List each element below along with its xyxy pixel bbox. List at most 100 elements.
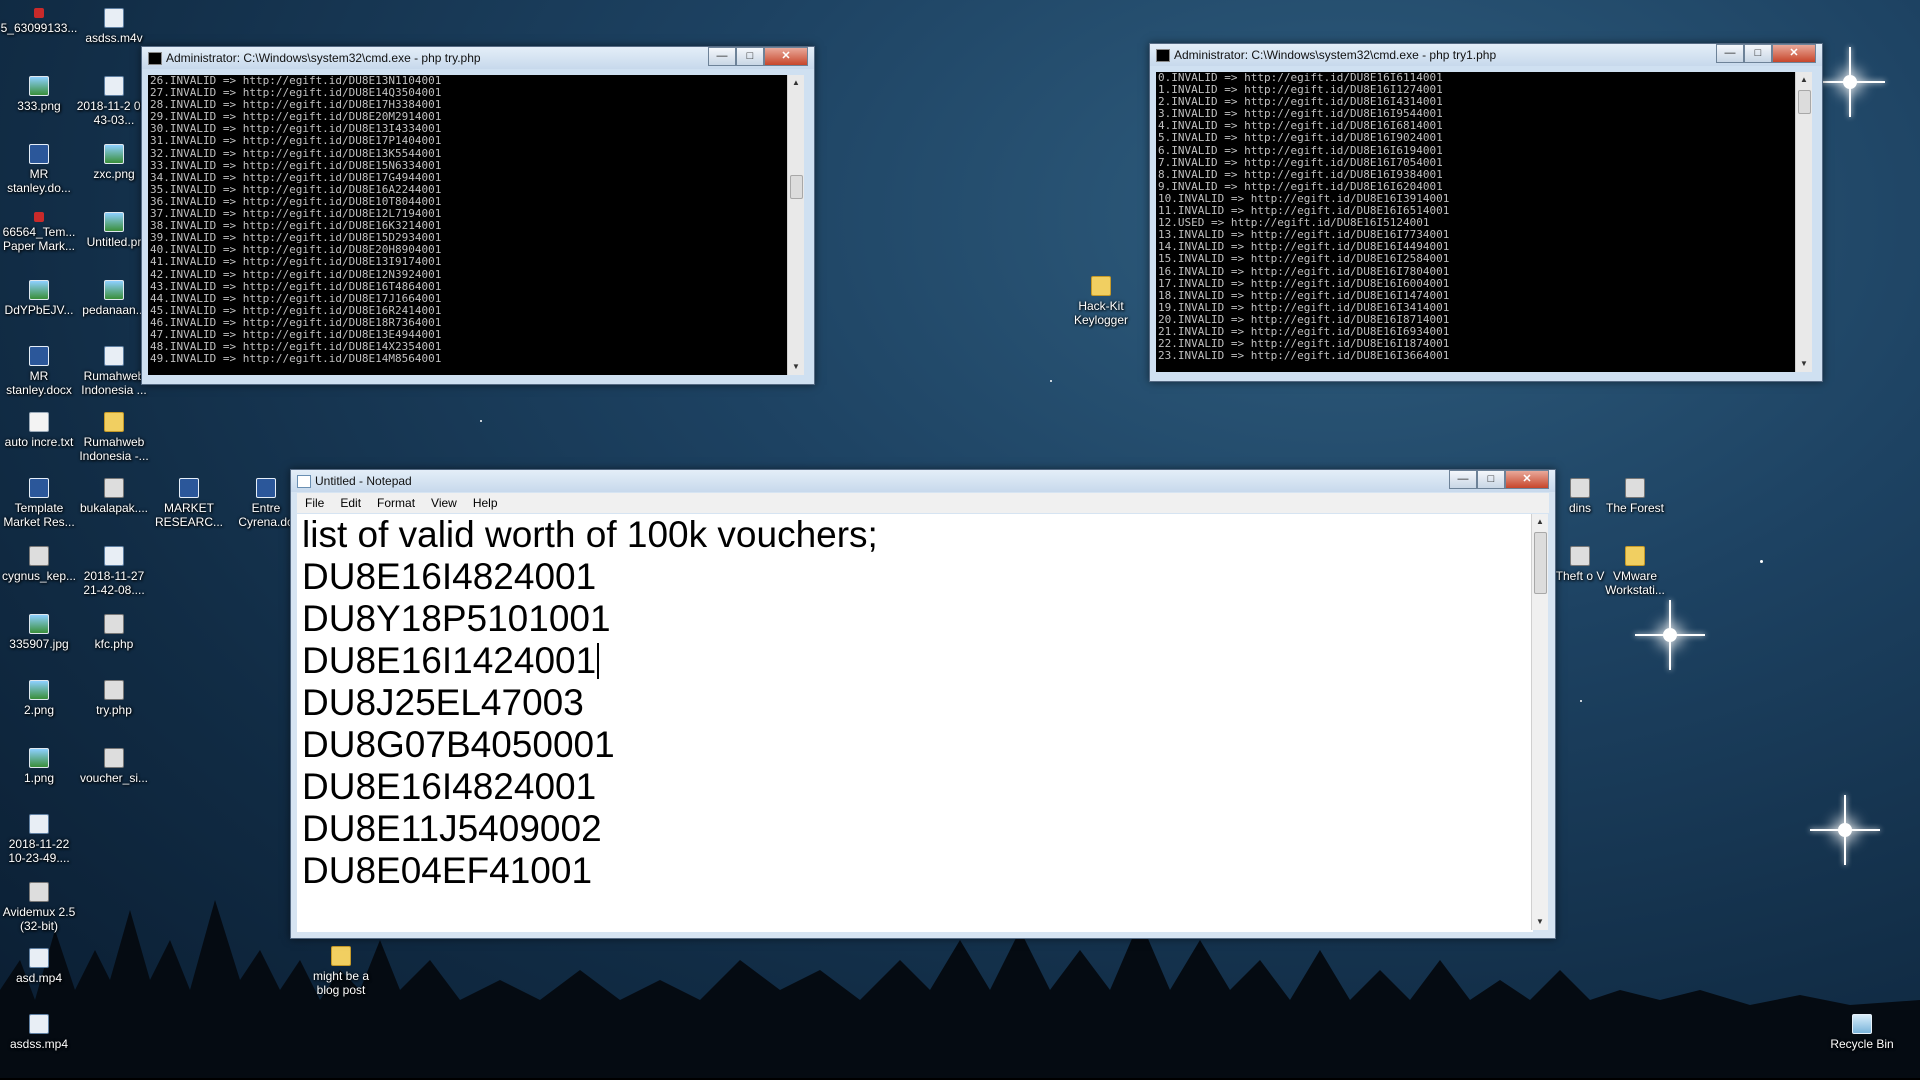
window-controls: — □ ✕	[708, 47, 808, 66]
php-file-icon	[104, 614, 124, 634]
desktop-icon[interactable]: 1.png	[0, 748, 78, 785]
text-editor-area[interactable]: list of valid worth of 100k vouchers; DU8…	[297, 514, 1533, 932]
php-file-icon	[104, 748, 124, 768]
desktop-icon[interactable]: asdss.mp4	[0, 1014, 78, 1051]
console-output[interactable]: 0.INVALID => http://egift.id/DU8E16I6114…	[1156, 72, 1795, 372]
title-bar[interactable]: Administrator: C:\Windows\system32\cmd.e…	[142, 47, 814, 69]
desktop-icon[interactable]: The Forest	[1596, 478, 1674, 515]
vertical-scrollbar[interactable]: ▲ ▼	[787, 75, 804, 375]
desktop-icon[interactable]: Template Market Res...	[0, 478, 78, 529]
desktop-icon[interactable]: cygnus_kep...	[0, 546, 78, 583]
cmd-window-left[interactable]: Administrator: C:\Windows\system32\cmd.e…	[141, 46, 815, 385]
window-controls: — □ ✕	[1449, 470, 1549, 489]
app-icon	[1570, 478, 1590, 498]
image-file-icon	[29, 680, 49, 700]
icon-label: MARKET RESEARC...	[154, 501, 223, 529]
maximize-button[interactable]: □	[736, 47, 764, 66]
desktop-icon[interactable]: 2018-11-22 10-23-49....	[0, 814, 78, 865]
maximize-button[interactable]: □	[1744, 44, 1772, 63]
scroll-up-arrow-icon[interactable]: ▲	[1796, 72, 1812, 88]
minimize-button[interactable]: —	[708, 47, 736, 66]
console-line: 23.INVALID => http://egift.id/DU8E16I366…	[1158, 349, 1450, 363]
scroll-thumb[interactable]	[790, 175, 803, 199]
close-button[interactable]: ✕	[1772, 44, 1816, 63]
menu-edit[interactable]: Edit	[332, 496, 369, 510]
desktop-icon[interactable]: MARKET RESEARC...	[150, 478, 228, 529]
php-file-icon	[104, 478, 124, 498]
vertical-scrollbar[interactable]: ▲ ▼	[1795, 72, 1812, 372]
scroll-down-arrow-icon[interactable]: ▼	[788, 359, 804, 375]
menu-help[interactable]: Help	[465, 496, 506, 510]
window-controls: — □ ✕	[1716, 44, 1816, 63]
word-document-icon	[29, 346, 49, 366]
star	[1580, 700, 1582, 702]
desktop-icon[interactable]: MR stanley.do...	[0, 144, 78, 195]
desktop-icon[interactable]: Hack-Kit Keylogger	[1062, 276, 1140, 327]
maximize-button[interactable]: □	[1477, 470, 1505, 489]
scroll-down-arrow-icon[interactable]: ▼	[1532, 914, 1548, 930]
console-line: 5.INVALID => http://egift.id/DU8E16I9024…	[1158, 131, 1443, 145]
desktop-icon[interactable]: try.php	[75, 680, 153, 717]
desktop-icon[interactable]: Avidemux 2.5 (32-bit)	[0, 882, 78, 933]
text-line-voucher-code: DU8E16I1424001	[302, 640, 1533, 682]
desktop-icon[interactable]: asd.mp4	[0, 948, 78, 985]
menu-view[interactable]: View	[423, 496, 465, 510]
star	[1760, 560, 1763, 563]
desktop-icon[interactable]: 66564_Tem... Paper Mark...	[0, 212, 78, 253]
file-icon	[34, 8, 44, 18]
desktop-icon[interactable]: kfc.php	[75, 614, 153, 651]
icon-label: asd.mp4	[15, 971, 63, 985]
avidemux-icon	[29, 882, 49, 902]
scroll-up-arrow-icon[interactable]: ▲	[788, 75, 804, 91]
icon-label: asdss.mp4	[9, 1037, 69, 1051]
desktop-icon[interactable]: 335907.jpg	[0, 614, 78, 651]
desktop-icon[interactable]: Rumahweb Indonesia -...	[75, 412, 153, 463]
close-button[interactable]: ✕	[764, 47, 808, 66]
desktop-icon[interactable]: auto incre.txt	[0, 412, 78, 449]
desktop-icon[interactable]: MR stanley.docx	[0, 346, 78, 397]
video-file-icon	[104, 546, 124, 566]
video-file-icon	[29, 948, 49, 968]
minimize-button[interactable]: —	[1449, 470, 1477, 489]
video-file-icon	[104, 8, 124, 28]
menu-format[interactable]: Format	[369, 496, 423, 510]
shortcut-icon	[104, 346, 124, 366]
vmware-icon	[1625, 546, 1645, 566]
desktop-icon[interactable]: 2.png	[0, 680, 78, 717]
image-file-icon	[29, 748, 49, 768]
console-line: 7.INVALID => http://egift.id/DU8E16I7054…	[1158, 155, 1443, 169]
star	[1050, 380, 1052, 382]
console-line: 32.INVALID => http://egift.id/DU8E13K554…	[150, 146, 442, 160]
desktop-icon[interactable]: 5_63099133...	[0, 8, 78, 35]
desktop-icon[interactable]: 2018-11-27 21-42-08....	[75, 546, 153, 597]
desktop-icon[interactable]: VMware Workstati...	[1596, 546, 1674, 597]
title-bar[interactable]: Untitled - Notepad — □ ✕	[291, 470, 1555, 492]
desktop-icon[interactable]: asdss.m4v	[75, 8, 153, 45]
minimize-button[interactable]: —	[1716, 44, 1744, 63]
text-line-voucher-code: DU8Y18P5101001	[302, 598, 611, 639]
desktop-icon-recycle-bin[interactable]: Recycle Bin	[1822, 1014, 1902, 1051]
image-file-icon	[104, 212, 124, 232]
desktop-icon[interactable]: DdYPbEJV...	[0, 280, 78, 317]
desktop-icon[interactable]: bukalapak....	[75, 478, 153, 515]
icon-label: 2018-11-22 10-23-49....	[8, 837, 70, 865]
icon-label: auto incre.txt	[4, 435, 74, 449]
text-line-voucher-code: DU8E04EF41001	[302, 850, 593, 891]
menu-file[interactable]: File	[297, 496, 332, 510]
desktop-icon[interactable]: might be a blog post	[302, 946, 380, 997]
cmd-window-right[interactable]: Administrator: C:\Windows\system32\cmd.e…	[1149, 43, 1823, 382]
vertical-scrollbar[interactable]: ▲ ▼	[1531, 514, 1548, 930]
scroll-down-arrow-icon[interactable]: ▼	[1796, 356, 1812, 372]
scroll-up-arrow-icon[interactable]: ▲	[1532, 514, 1548, 530]
close-button[interactable]: ✕	[1505, 470, 1549, 489]
title-bar[interactable]: Administrator: C:\Windows\system32\cmd.e…	[1150, 44, 1822, 66]
recycle-bin-icon	[1852, 1014, 1872, 1034]
scroll-thumb[interactable]	[1798, 90, 1811, 114]
console-line: 16.INVALID => http://egift.id/DU8E16I780…	[1158, 264, 1450, 278]
menu-bar: File Edit Format View Help	[297, 493, 1549, 513]
console-output[interactable]: 26.INVALID => http://egift.id/DU8E13N110…	[148, 75, 787, 375]
notepad-window[interactable]: Untitled - Notepad — □ ✕ File Edit Forma…	[290, 469, 1556, 939]
scroll-thumb[interactable]	[1534, 532, 1547, 594]
desktop-icon[interactable]: voucher_si...	[75, 748, 153, 785]
desktop-icon[interactable]: 333.png	[0, 76, 78, 113]
